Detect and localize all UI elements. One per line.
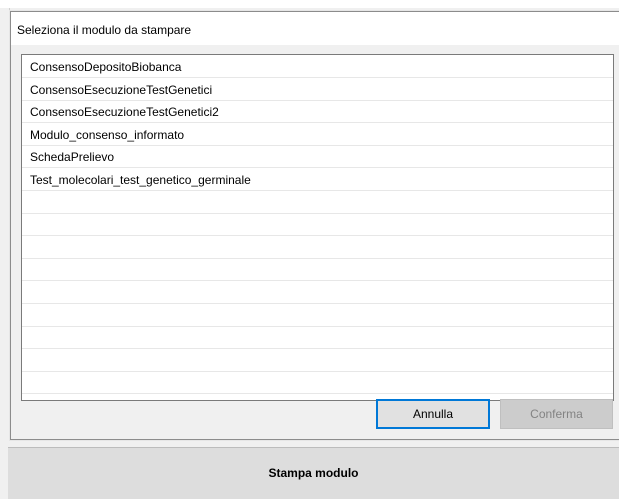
empty-list-row — [22, 237, 613, 259]
dialog-title-bar: Seleziona il modulo da stampare — [11, 12, 619, 45]
list-item-label: ConsensoEsecuzioneTestGenetici — [30, 83, 213, 97]
dialog-title: Seleziona il modulo da stampare — [17, 23, 192, 37]
list-item-label: SchedaPrelievo — [30, 150, 115, 164]
list-item[interactable]: ConsensoEsecuzioneTestGenetici2 — [22, 101, 613, 123]
empty-list-row — [22, 372, 613, 394]
confirm-button[interactable]: Conferma — [500, 399, 613, 429]
list-item[interactable]: Modulo_consenso_informato — [22, 124, 613, 146]
empty-list-row — [22, 214, 613, 236]
list-item[interactable]: ConsensoEsecuzioneTestGenetici — [22, 79, 613, 101]
cancel-button[interactable]: Annulla — [376, 399, 490, 429]
empty-list-row — [22, 259, 613, 281]
list-item-label: ConsensoDepositoBiobanca — [30, 60, 182, 74]
list-item[interactable]: ConsensoDepositoBiobanca — [22, 56, 613, 78]
empty-list-row — [22, 282, 613, 304]
list-item[interactable]: Test_molecolari_test_genetico_germinale — [22, 169, 613, 191]
empty-list-row — [22, 305, 613, 327]
background-strip — [0, 0, 619, 8]
list-item-label: ConsensoEsecuzioneTestGenetici2 — [30, 105, 219, 119]
list-item[interactable]: SchedaPrelievo — [22, 146, 613, 168]
empty-list-row — [22, 192, 613, 214]
select-module-dialog: Seleziona il modulo da stampare Consenso… — [10, 11, 619, 440]
module-listbox[interactable]: ConsensoDepositoBiobanca ConsensoEsecuzio… — [21, 54, 614, 401]
print-module-button[interactable]: Stampa modulo — [8, 447, 619, 499]
print-module-label: Stampa modulo — [268, 466, 359, 480]
list-item-label: Modulo_consenso_informato — [30, 128, 185, 142]
list-item-label: Test_molecolari_test_genetico_germinale — [30, 173, 251, 187]
empty-list-row — [22, 327, 613, 349]
empty-list-row — [22, 350, 613, 372]
